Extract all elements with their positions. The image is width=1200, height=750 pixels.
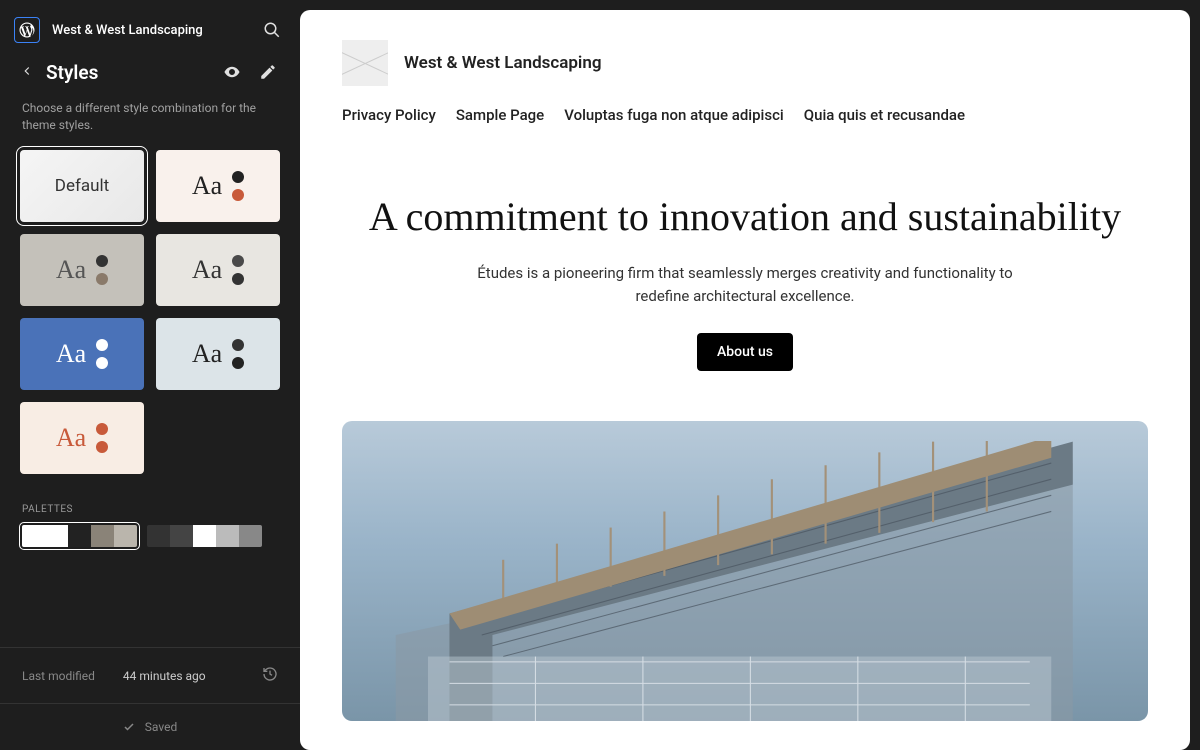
nav-link[interactable]: Voluptas fuga non atque adipisci (564, 106, 784, 124)
editor-sidebar: West & West Landscaping Styles Choose a … (0, 0, 300, 750)
revisions-button[interactable] (262, 666, 278, 685)
eye-icon (223, 63, 241, 81)
site-nav: Privacy Policy Sample Page Voluptas fuga… (300, 106, 1190, 148)
site-title[interactable]: West & West Landscaping (52, 23, 246, 38)
nav-link[interactable]: Sample Page (456, 106, 544, 124)
style-variation-default[interactable]: Default (20, 150, 144, 222)
edit-styles-button[interactable] (256, 60, 280, 84)
hero-image[interactable] (342, 421, 1148, 721)
style-variation[interactable]: Aa (20, 402, 144, 474)
panel-title: Styles (46, 61, 208, 84)
pencil-icon (259, 63, 277, 81)
history-icon (262, 666, 278, 682)
sidebar-topbar: West & West Landscaping (0, 0, 300, 60)
saved-status: Saved (0, 703, 300, 750)
search-button[interactable] (258, 16, 286, 44)
last-modified-label: Last modified (22, 669, 95, 683)
style-variation[interactable]: Aa (20, 234, 144, 306)
hero-section: A commitment to innovation and sustainab… (300, 148, 1190, 401)
style-variation[interactable]: Aa (20, 318, 144, 390)
hero-body[interactable]: Études is a pioneering firm that seamles… (475, 262, 1015, 307)
back-button[interactable] (20, 63, 34, 82)
last-modified-value: 44 minutes ago (123, 669, 262, 683)
site-logo-placeholder[interactable] (342, 40, 388, 86)
style-variation[interactable]: Aa (156, 318, 280, 390)
style-variation[interactable]: Aa (156, 150, 280, 222)
hero-heading[interactable]: A commitment to innovation and sustainab… (342, 192, 1148, 242)
nav-link[interactable]: Privacy Policy (342, 106, 436, 124)
site-brand[interactable]: West & West Landscaping (404, 53, 602, 73)
chevron-left-icon (20, 64, 34, 78)
panel-header: Styles (0, 60, 300, 96)
check-icon (123, 721, 135, 733)
palette-option[interactable] (22, 525, 137, 547)
style-book-button[interactable] (220, 60, 244, 84)
site-header: West & West Landscaping (300, 10, 1190, 106)
wordpress-logo[interactable] (14, 17, 40, 43)
palettes-section: PALETTES (0, 474, 300, 557)
cta-button[interactable]: About us (697, 333, 793, 371)
palettes-label: PALETTES (22, 504, 278, 515)
site-preview[interactable]: West & West Landscaping Privacy Policy S… (300, 10, 1190, 750)
palettes-row (22, 525, 278, 547)
palette-option[interactable] (147, 525, 262, 547)
panel-description: Choose a different style combination for… (0, 96, 300, 150)
style-variation[interactable]: Aa (156, 234, 280, 306)
editor-canvas: West & West Landscaping Privacy Policy S… (300, 0, 1200, 750)
nav-link[interactable]: Quia quis et recusandae (804, 106, 965, 124)
search-icon (263, 21, 281, 39)
last-modified-row[interactable]: Last modified 44 minutes ago (0, 647, 300, 703)
style-variations-grid: Default Aa Aa Aa Aa Aa Aa (0, 150, 300, 474)
